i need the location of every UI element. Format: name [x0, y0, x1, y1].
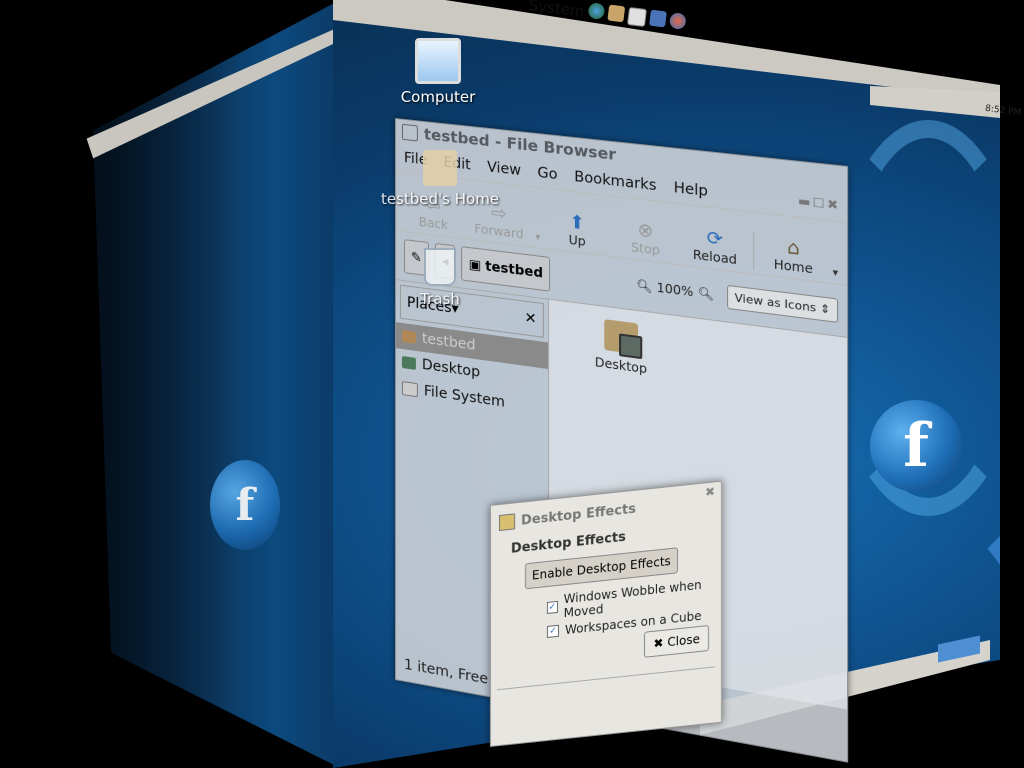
menu-go[interactable]: Go: [537, 165, 557, 184]
sidebar-item-label: Desktop: [421, 356, 481, 381]
stop-label: Stop: [630, 240, 660, 258]
close-icon[interactable]: ✖: [827, 197, 840, 213]
zoom-in-icon[interactable]: 🔍︎: [698, 285, 714, 302]
desktop-icon-label: Computer: [400, 88, 476, 106]
wobble-checkbox[interactable]: ✓: [547, 600, 558, 615]
desktop-icon-label: Trash: [420, 290, 460, 308]
fedora-logo: f: [870, 400, 962, 492]
computer-icon: [415, 38, 461, 84]
forward-label: Forward: [474, 221, 524, 242]
dialog-close-icon[interactable]: ✖: [705, 484, 715, 499]
zoom-level: 100%: [656, 280, 694, 300]
desktop-icon-trash[interactable]: Trash: [405, 248, 475, 308]
reload-icon: ⟳: [706, 227, 723, 251]
desktop-icon-computer[interactable]: Computer: [398, 38, 478, 106]
cube-checkbox[interactable]: ✓: [547, 624, 559, 639]
desktop-effects-dialog: ✖ Desktop Effects Desktop Effects Enable…: [490, 480, 722, 747]
maximize-icon[interactable]: ☐: [813, 195, 827, 211]
drive-icon: [401, 380, 418, 398]
stop-icon: ⊗: [637, 219, 654, 243]
minimize-icon[interactable]: ▬: [798, 193, 813, 209]
toolbar-separator: [753, 231, 755, 270]
home-button[interactable]: ⌂ Home: [761, 234, 826, 278]
home-folder-icon: [423, 150, 457, 186]
up-arrow-icon: ⬆: [569, 211, 586, 235]
reload-label: Reload: [692, 247, 737, 268]
close-button[interactable]: ✖ Close: [644, 624, 709, 658]
dialog-separator: [497, 666, 715, 691]
home-folder-icon: [401, 329, 416, 344]
sidebar-item-label: testbed: [421, 330, 476, 355]
reload-button[interactable]: ⟳ Reload: [683, 225, 747, 268]
left-face-shading: [93, 0, 340, 768]
stop-button[interactable]: ⊗ Stop: [614, 217, 676, 260]
desktop-cube: f f System 8:52 PM Computer testbed - Fi…: [0, 0, 1024, 768]
back-label: Back: [418, 214, 448, 233]
fedora-logo-left: f: [210, 460, 280, 550]
desktop-icon-home[interactable]: testbed's Home: [380, 150, 500, 208]
view-mode-select[interactable]: View as Icons ⇕: [726, 284, 839, 323]
toolbar-overflow-icon[interactable]: ▾: [832, 267, 838, 279]
file-item-desktop[interactable]: Desktop: [595, 318, 647, 376]
view-mode-label: View as Icons: [734, 290, 817, 315]
home-label: Home: [773, 256, 813, 277]
sidebar-item-label: File System: [423, 383, 505, 411]
file-browser-icon: [401, 123, 418, 142]
menu-help[interactable]: Help: [674, 180, 708, 200]
web-browser-icon[interactable]: [587, 2, 606, 20]
close-label: Close: [667, 631, 700, 650]
sidebar-close-icon[interactable]: ✕: [525, 310, 537, 328]
office-calc-icon[interactable]: [668, 12, 687, 30]
desktop-icon: [401, 355, 416, 370]
close-x-icon: ✖: [653, 635, 664, 651]
desktop-folder-icon: [604, 319, 638, 355]
forward-dropdown-icon[interactable]: ▾: [535, 232, 540, 244]
mail-icon[interactable]: [607, 4, 626, 23]
trash-icon: [424, 248, 456, 286]
desktop-icon-label: testbed's Home: [380, 190, 500, 208]
path-label: testbed: [485, 258, 543, 282]
zoom-out-icon[interactable]: 🔍︎: [636, 278, 652, 294]
office-impress-icon[interactable]: [649, 9, 667, 28]
up-button[interactable]: ⬆ Up: [547, 210, 608, 252]
home-icon: ⌂: [786, 236, 800, 261]
desktop-effects-icon: [499, 513, 515, 532]
office-writer-icon[interactable]: [626, 6, 648, 28]
up-label: Up: [568, 232, 586, 250]
menu-bookmarks[interactable]: Bookmarks: [574, 169, 656, 195]
